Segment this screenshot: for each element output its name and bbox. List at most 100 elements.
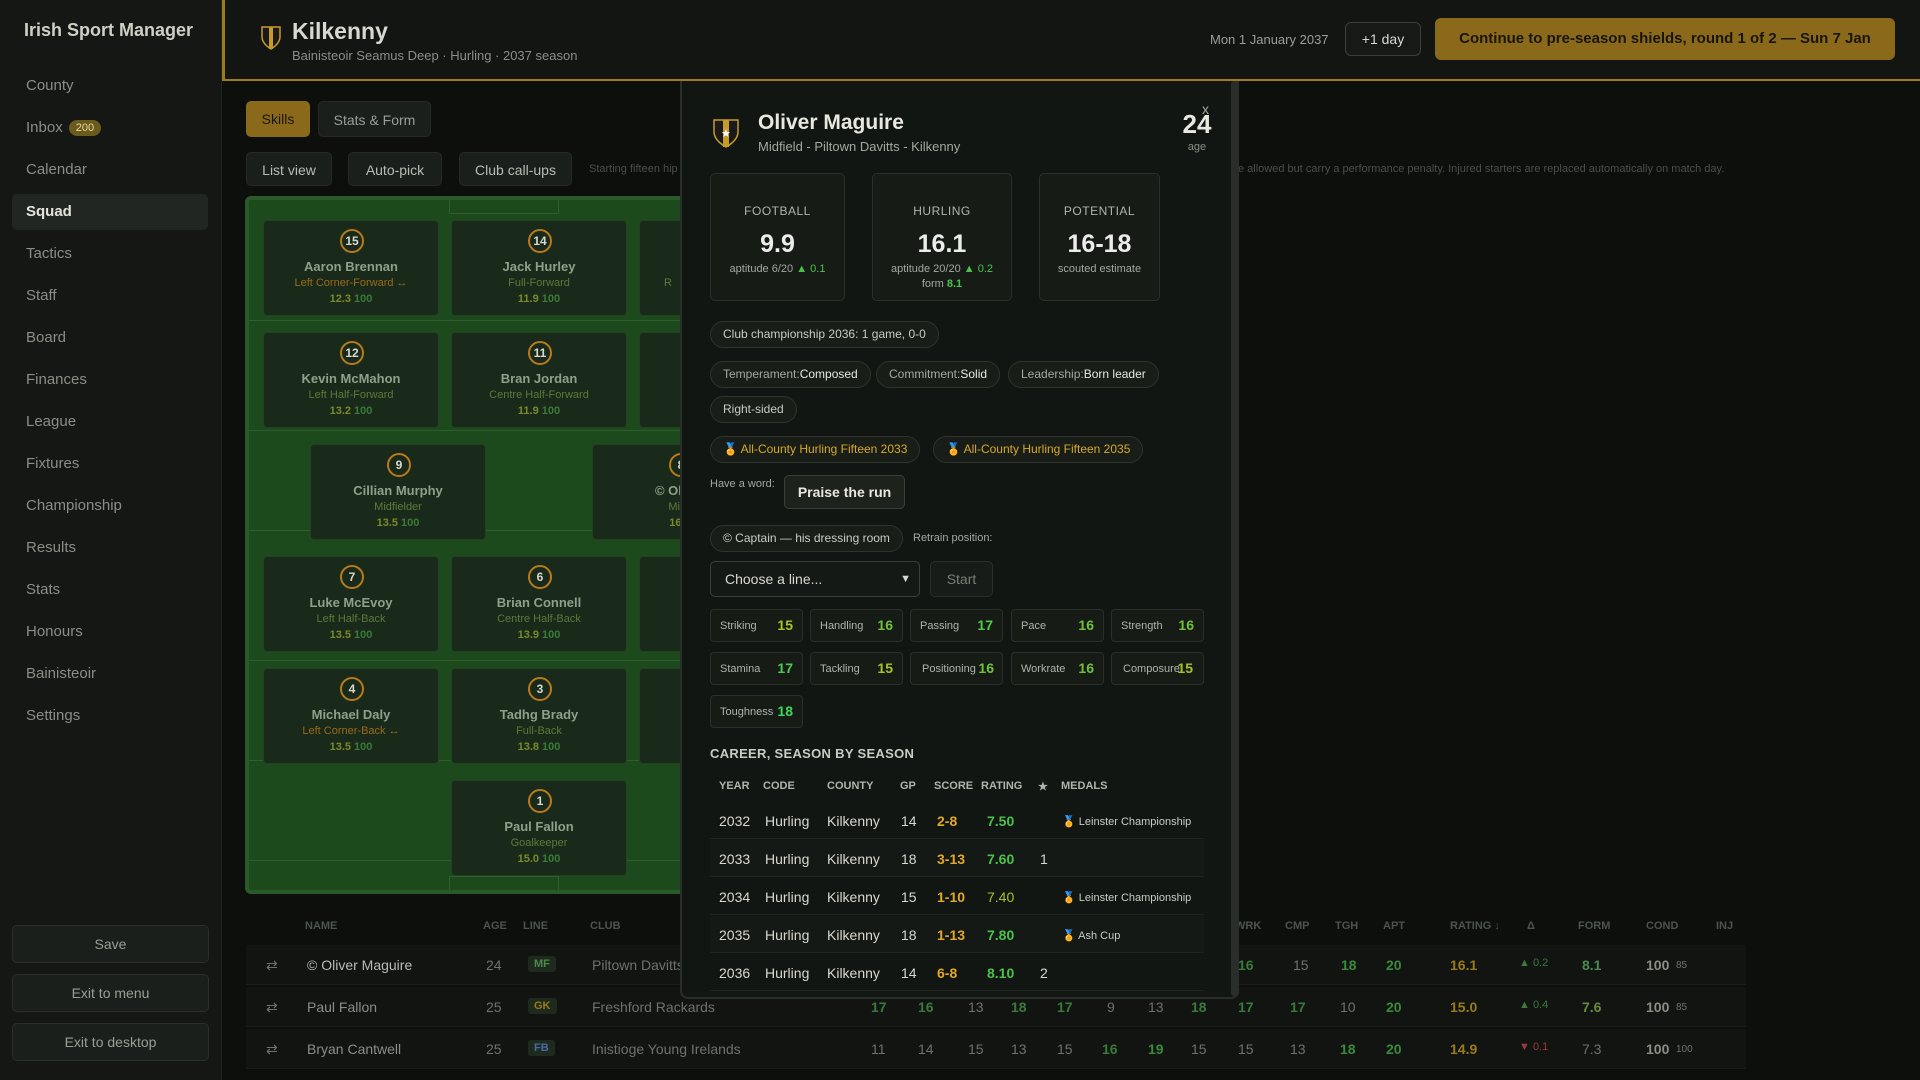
player-slot[interactable]: 7 Luke McEvoy Left Half-Back 13.5 100 [263,556,439,652]
player-name: Tadhg Brady [499,707,579,722]
player-slot[interactable]: 3 Tadhg Brady Full-Back 13.8 100 [451,668,627,764]
column-header[interactable]: LINE [523,920,548,932]
column-header[interactable]: APT [1383,920,1405,932]
tab-skills[interactable]: Skills [246,101,310,137]
sidebar-item-inbox[interactable]: Inbox 200 [12,110,208,146]
column-header[interactable]: NAME [305,920,337,932]
row-stat: 15 [1191,1041,1207,1057]
swap-icon[interactable]: ⇄ [266,999,278,1016]
award-label: All-County Hurling Fifteen 2035 [963,442,1131,456]
player-slot[interactable] [639,556,681,652]
attribute-value: 17 [777,660,793,676]
sidebar-item-bainisteoir[interactable]: Bainisteoir [12,656,208,692]
row-condition-secondary: 85 [1676,960,1688,971]
sidebar-item-results[interactable]: Results [12,530,208,566]
player-slot[interactable]: 12 Kevin McMahon Left Half-Forward 13.2 1… [263,332,439,428]
row-stat: 15 [968,1041,984,1057]
sidebar-item-label: Fixtures [26,455,80,472]
trend-up: ▲ 0.1 [796,263,826,275]
modal-scrollbar[interactable] [1231,81,1239,996]
retrain-select-value: Choose a line... [725,571,823,587]
attribute-tile: Stamina 17 [710,652,803,685]
auto-pick-button[interactable]: Auto-pick [348,152,442,186]
sidebar-item-label: Bainisteoir [26,665,97,682]
club-callups-button[interactable]: Club call-ups [459,152,572,186]
sidebar-item-tactics[interactable]: Tactics [12,236,208,272]
player-slot[interactable] [639,668,681,764]
sidebar-item-finances[interactable]: Finances [12,362,208,398]
column-header[interactable]: Δ [1527,920,1535,932]
exit-to-desktop-button[interactable]: Exit to desktop [12,1023,209,1061]
column-header[interactable]: INJ [1716,920,1733,932]
sidebar-item-fixtures[interactable]: Fixtures [12,446,208,482]
swap-icon[interactable]: ⇄ [266,1041,278,1058]
praise-button[interactable]: Praise the run [784,475,905,509]
sidebar-item-honours[interactable]: Honours [12,614,208,650]
close-icon[interactable]: x [1202,101,1209,117]
list-view-button[interactable]: List view [246,152,332,186]
player-slot[interactable]: 4 Michael Daly Left Corner-Back ↔ 13.5 10… [263,668,439,764]
player-name: © Oliver [654,483,685,498]
sidebar-item-label: Squad [26,203,72,220]
medal-icon: 🏅 [1062,816,1076,828]
column-header[interactable]: COND [1646,920,1678,932]
career-county: Kilkenny [827,965,880,981]
player-slot[interactable]: 15 Aaron Brennan Left Corner-Forward ↔ 1… [263,220,439,316]
exit-to-menu-button[interactable]: Exit to menu [12,974,209,1012]
row-line-badge: FB [528,1040,555,1056]
retrain-select[interactable]: Choose a line... ▼ [710,561,920,597]
player-slot[interactable]: 6 Brian Connell Centre Half-Back 13.9 100 [451,556,627,652]
leadership-chip: Leadership:Born leader [1008,361,1159,388]
column-header[interactable]: FORM [1578,920,1610,932]
player-slot[interactable]: 14 Jack Hurley Full-Forward 11.9 100 [451,220,627,316]
sidebar-item-stats[interactable]: Stats [12,572,208,608]
player-slot[interactable]: 11 Bran Jordan Centre Half-Forward 11.9 1… [451,332,627,428]
continue-button[interactable]: Continue to pre-season shields, round 1 … [1435,18,1895,60]
sidebar-item-league[interactable]: League [12,404,208,440]
career-score: 6-8 [937,965,958,981]
player-position: Goalkeeper [510,837,568,849]
player-rating: 13.5 [329,629,352,641]
column-header[interactable]: AGE [483,920,507,932]
row-stat: 18 [1340,1041,1356,1057]
player-slot[interactable]: R [639,220,681,316]
temperament-chip: Temperament:Composed [710,361,871,388]
attribute-name: Toughness [720,706,774,718]
column-header[interactable]: CMP [1285,920,1309,932]
row-stat: 19 [1148,1041,1164,1057]
player-slot[interactable]: 9 Cillian Murphy Midfielder 13.5 100 [310,444,486,540]
column-header[interactable]: TGH [1335,920,1358,932]
player-position: Centre Half-Back [497,613,581,625]
swap-icon[interactable]: ⇄ [266,957,278,974]
player-slot[interactable] [639,332,681,428]
table-row[interactable]: ⇄ Bryan Cantwell 25 FB Inistioge Young I… [246,1029,1746,1069]
sidebar-item-label: Tactics [26,245,72,262]
start-retrain-button[interactable]: Start [930,561,993,597]
save-button[interactable]: Save [12,925,209,963]
sidebar-item-squad[interactable]: Squad [12,194,208,230]
pitch: 15 Aaron Brennan Left Corner-Forward ↔ 1… [245,196,685,894]
advance-day-button[interactable]: +1 day [1345,22,1421,56]
career-column-header: ★ [1038,781,1048,793]
player-slot[interactable]: 8 © Oliver Midfi 16.1 [592,444,685,540]
sidebar-item-calendar[interactable]: Calendar [12,152,208,188]
jersey-number: 4 [340,677,364,701]
column-header[interactable]: RATING ↓ [1450,920,1500,932]
row-stat: 18 [1011,999,1027,1015]
attribute-name: Workrate [1021,663,1066,675]
column-header[interactable]: CLUB [590,920,621,932]
attribute-tile: Toughness 18 [710,695,803,728]
sidebar-item-county[interactable]: County [12,68,208,104]
career-code: Hurling [765,851,810,867]
player-condition: 100 [354,405,373,417]
row-age: 24 [486,957,502,973]
sidebar-item-settings[interactable]: Settings [12,698,208,734]
sidebar-item-board[interactable]: Board [12,320,208,356]
player-slot[interactable]: 1 Paul Fallon Goalkeeper 15.0 100 [451,780,627,876]
sidebar-item-staff[interactable]: Staff [12,278,208,314]
career-rating: 8.10 [987,965,1015,981]
row-club: Piltown Davitts [592,957,684,973]
sidebar-item-championship[interactable]: Championship [12,488,208,524]
trait-key: Temperament: [723,367,800,381]
tab-stats-form[interactable]: Stats & Form [318,101,431,137]
